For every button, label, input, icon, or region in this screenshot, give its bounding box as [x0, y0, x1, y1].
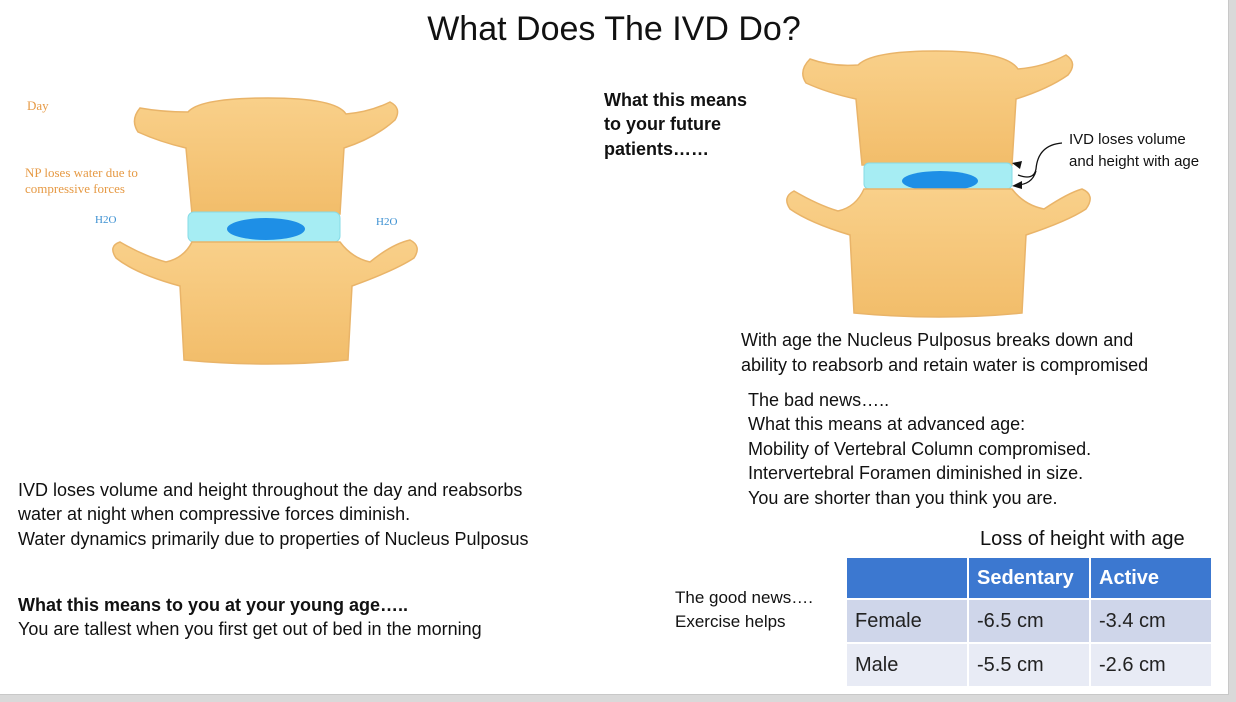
table-header-cell: Sedentary — [967, 556, 1091, 600]
future-line1: What this means — [604, 90, 748, 110]
table-header-cell: Active — [1089, 556, 1213, 600]
bad-news-line1: The bad news….. — [748, 390, 890, 410]
good-news-line1: The good news…. — [675, 588, 813, 607]
table-row: Female -6.5 cm -3.4 cm — [845, 598, 1213, 644]
arrow-head-bottom — [1012, 181, 1022, 189]
bad-news-line2: What this means at advanced age: — [748, 414, 1026, 434]
aged-upper-vertebra-shape — [802, 50, 1074, 166]
h2o-left-label: H2O — [95, 214, 117, 226]
vertebra-day-diagram — [112, 97, 418, 365]
table-header-row: Sedentary Active — [845, 556, 1213, 600]
table-cell: -6.5 cm — [967, 598, 1091, 644]
vertebra-aged-diagram — [786, 50, 1091, 318]
table-row: Male -5.5 cm -2.6 cm — [845, 642, 1213, 688]
height-loss-table: Sedentary Active Female -6.5 cm -3.4 cm … — [845, 556, 1213, 688]
table-cell: -3.4 cm — [1089, 598, 1213, 644]
callout-line2: and height with age — [1069, 153, 1200, 170]
np-label-line2: compressive forces — [25, 181, 125, 196]
table-cell: Female — [845, 598, 969, 644]
age-text-line2: ability to reabsorb and retain water is … — [741, 355, 1149, 375]
slide-title: What Does The IVD Do? — [427, 10, 801, 48]
aged-lower-vertebra-shape — [786, 188, 1091, 318]
table-caption: Loss of height with age — [980, 528, 1185, 550]
h2o-right-label: H2O — [376, 216, 398, 228]
future-line3: patients…… — [604, 139, 710, 159]
day-label: Day — [27, 98, 49, 113]
good-news-line2: Exercise helps — [675, 612, 786, 631]
left-text-line1: IVD loses volume and height throughout t… — [18, 480, 523, 500]
future-line2: to your future — [604, 114, 721, 134]
nucleus-shape — [227, 218, 305, 240]
bad-news-line5: You are shorter than you think you are. — [748, 488, 1058, 508]
arrow-head-top — [1012, 161, 1022, 169]
table-cell: -2.6 cm — [1089, 642, 1213, 688]
lower-vertebra-shape — [112, 239, 418, 365]
slide: What Does The IVD Do? Day NP loses water… — [0, 0, 1229, 695]
table-cell: -5.5 cm — [967, 642, 1091, 688]
bad-news-line3: Mobility of Vertebral Column compromised… — [748, 439, 1092, 459]
young-age-heading: What this means to you at your young age… — [18, 595, 409, 615]
callout-line1: IVD loses volume — [1069, 131, 1186, 148]
np-label-line1: NP loses water due to — [25, 165, 138, 180]
table-cell: Male — [845, 642, 969, 688]
callout-connector — [1015, 142, 1063, 186]
aged-nucleus-shape — [902, 171, 978, 191]
age-text-line1: With age the Nucleus Pulposus breaks dow… — [741, 330, 1134, 350]
upper-vertebra-shape — [133, 97, 399, 215]
bad-news-line4: Intervertebral Foramen diminished in siz… — [748, 463, 1084, 483]
left-text-line3: Water dynamics primarily due to properti… — [18, 529, 529, 549]
table-header-cell — [845, 556, 969, 600]
young-age-text: You are tallest when you first get out o… — [18, 619, 482, 639]
left-text-line2: water at night when compressive forces d… — [18, 504, 411, 524]
